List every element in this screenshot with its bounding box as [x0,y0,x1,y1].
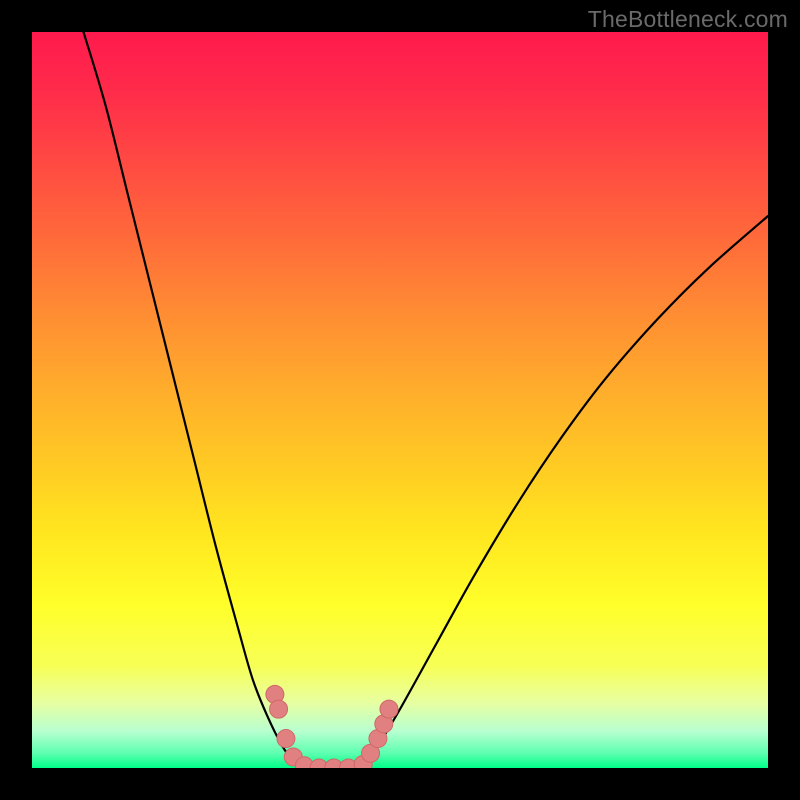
data-markers [266,685,398,768]
watermark-text: TheBottleneck.com [588,6,788,33]
data-marker [380,700,398,718]
chart-frame: TheBottleneck.com [0,0,800,800]
chart-svg [32,32,768,768]
bottleneck-curve [84,32,768,768]
plot-area [32,32,768,768]
data-marker [277,730,295,748]
data-marker [270,700,288,718]
